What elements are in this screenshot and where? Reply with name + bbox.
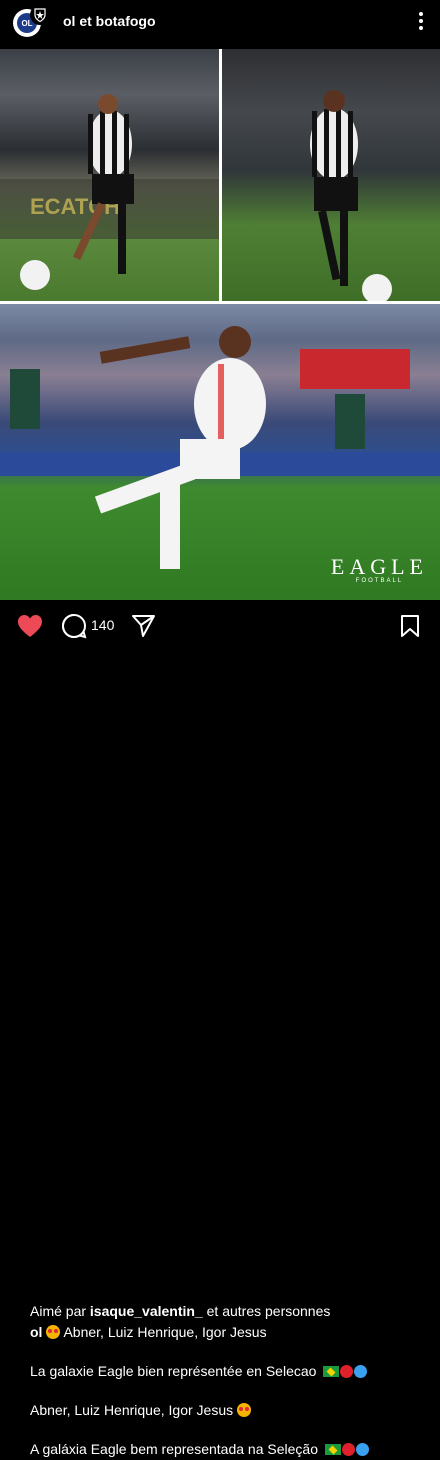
post-header: OL ol et botafogo	[0, 0, 440, 46]
post-media[interactable]: ECATCH EAGLE FOOTBALL	[0, 49, 440, 600]
caption-author[interactable]: ol	[30, 1324, 42, 1340]
blue-circle-icon	[355, 1443, 369, 1456]
caption-text-fr: La galaxie Eagle bien représentée en Sel…	[30, 1363, 317, 1379]
action-bar: 140	[0, 606, 440, 646]
brazil-flag-icon	[323, 1366, 340, 1377]
comment-icon[interactable]	[61, 613, 87, 639]
caption-line-pt: A galáxia Eagle bem representada na Sele…	[30, 1438, 369, 1460]
blue-circle-icon	[354, 1365, 368, 1378]
heart-eyes-emoji-icon	[237, 1403, 252, 1417]
caption-line-names: Abner, Luiz Henrique, Igor Jesus	[30, 1399, 252, 1421]
photo-player-right	[222, 49, 440, 301]
liked-prefix: Aimé par	[30, 1303, 90, 1319]
username[interactable]: ol et botafogo	[63, 13, 156, 29]
comment-count[interactable]: 140	[91, 617, 114, 633]
heart-eyes-emoji-icon	[46, 1325, 61, 1339]
red-circle-icon	[340, 1365, 354, 1378]
caption-text-names: Abner, Luiz Henrique, Igor Jesus	[30, 1402, 234, 1418]
caption-author-text: Abner, Luiz Henrique, Igor Jesus	[60, 1324, 267, 1340]
liked-suffix[interactable]: et autres personnes	[203, 1303, 331, 1319]
caption-author-line: ol Abner, Luiz Henrique, Igor Jesus	[30, 1321, 267, 1343]
red-circle-icon	[341, 1443, 355, 1456]
liked-user[interactable]: isaque_valentin_	[90, 1303, 203, 1319]
liked-by: Aimé par isaque_valentin_ et autres pers…	[30, 1300, 330, 1322]
watermark-logo: EAGLE FOOTBALL	[331, 554, 428, 584]
brazil-flag-icon	[324, 1444, 341, 1455]
caption-text-pt: A galáxia Eagle bem representada na Sele…	[30, 1441, 318, 1457]
more-options-icon[interactable]	[418, 11, 424, 31]
shield-icon	[30, 5, 50, 25]
caption-line-fr: La galaxie Eagle bien représentée en Sel…	[30, 1360, 368, 1382]
heart-icon[interactable]	[17, 614, 43, 638]
share-icon[interactable]	[131, 614, 156, 638]
watermark-main: EAGLE	[330, 554, 428, 579]
photo-player-left: ECATCH	[0, 49, 219, 301]
photo-player-bottom: EAGLE FOOTBALL	[0, 304, 440, 600]
bookmark-icon[interactable]	[400, 614, 420, 638]
